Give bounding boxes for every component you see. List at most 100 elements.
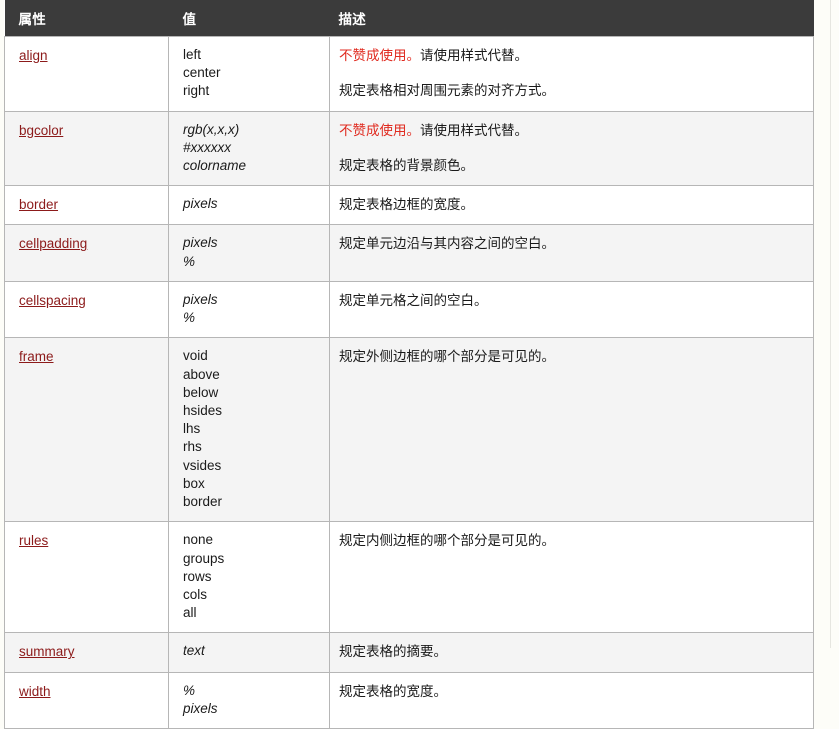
value-item: vsides <box>183 457 222 473</box>
table-row: summary text 规定表格的摘要。 <box>4 632 814 673</box>
table-header-row: 属性 值 描述 <box>4 0 814 37</box>
value-item: #xxxxxx <box>183 139 232 155</box>
value-item: void <box>183 348 208 364</box>
column-header-description: 描述 <box>329 0 814 37</box>
attribute-link-cellpadding[interactable]: cellpadding <box>19 236 87 251</box>
cell-description: 规定内侧边框的哪个部分是可见的。 <box>329 521 814 634</box>
column-header-attribute: 属性 <box>4 0 169 37</box>
cell-description: 不赞成使用。请使用样式代替。 规定表格的背景颜色。 <box>329 110 814 187</box>
value-item: right <box>183 83 210 99</box>
value-list: pixels <box>183 195 319 213</box>
value-item: left <box>183 47 202 62</box>
attribute-link-border[interactable]: border <box>19 197 58 212</box>
value-item: hsides <box>183 403 223 418</box>
value-list: % pixels <box>183 682 319 718</box>
description-text: 规定表格的背景颜色。 <box>339 157 474 173</box>
value-item: rhs <box>183 439 202 455</box>
cell-attribute: cellpadding <box>4 224 169 282</box>
cell-attribute: cellspacing <box>4 280 169 339</box>
value-item: above <box>183 366 220 382</box>
value-item: pixels <box>183 235 218 251</box>
attribute-link-frame[interactable]: frame <box>19 349 54 364</box>
value-item: pixels <box>183 291 218 307</box>
value-item: text <box>183 643 205 659</box>
table-row: frame void above below hsides lhs rhs vsides box… <box>4 337 814 523</box>
value-item: below <box>183 384 219 400</box>
attribute-link-rules[interactable]: rules <box>19 533 48 548</box>
attribute-link-align[interactable]: align <box>19 48 48 63</box>
value-list: text <box>183 642 319 660</box>
cell-description: 规定外侧边框的哪个部分是可见的。 <box>329 337 814 523</box>
value-list: rgb(x,x,x) #xxxxxx colorname <box>183 121 319 176</box>
value-item: none <box>183 532 214 548</box>
value-item: rows <box>183 568 212 584</box>
value-item: cols <box>183 586 208 602</box>
value-list: left center right <box>183 46 319 101</box>
table-row: cellspacing pixels% 规定单元格之间的空白。 <box>4 280 814 339</box>
value-item: % <box>183 682 196 698</box>
table-row: cellpadding pixels% 规定单元边沿与其内容之间的空白。 <box>4 224 814 282</box>
attribute-link-width[interactable]: width <box>19 684 51 699</box>
cell-description: 规定单元边沿与其内容之间的空白。 <box>329 224 814 282</box>
table-row: align left center right 不赞成使用。请使用样式代替。 规定表格相对… <box>4 36 814 112</box>
description-text: 规定单元边沿与其内容之间的空白。 <box>339 236 555 252</box>
cell-value: left center right <box>168 36 330 112</box>
value-item: all <box>183 605 197 621</box>
value-list: none groups rows cols all <box>183 531 319 622</box>
cell-description: 规定单元格之间的空白。 <box>329 280 814 339</box>
description-text: 规定表格边框的宽度。 <box>339 197 474 213</box>
cell-value: none groups rows cols all <box>168 521 330 634</box>
cell-description: 规定表格的摘要。 <box>329 632 814 673</box>
attribute-link-cellspacing[interactable]: cellspacing <box>19 293 86 308</box>
description-text: 规定表格的宽度。 <box>339 683 447 699</box>
value-item: border <box>183 494 223 510</box>
cell-attribute: summary <box>4 632 169 673</box>
value-item: center <box>183 65 221 81</box>
value-item: % <box>183 310 196 326</box>
value-item: % <box>183 253 196 269</box>
value-list: pixels% <box>183 291 319 327</box>
description-text: 规定内侧边框的哪个部分是可见的。 <box>339 533 555 549</box>
cell-value: void above below hsides lhs rhs vsides box borde… <box>168 337 330 523</box>
value-item: box <box>183 475 205 491</box>
cell-attribute: bgcolor <box>4 110 169 187</box>
attribute-link-bgcolor[interactable]: bgcolor <box>19 123 63 138</box>
value-item: colorname <box>183 158 247 174</box>
cell-attribute: border <box>4 185 169 226</box>
table-row: border pixels 规定表格边框的宽度。 <box>4 185 814 226</box>
table-row: rules none groups rows cols all 规定内侧边框的哪个部分是可见… <box>4 521 814 634</box>
cell-value: rgb(x,x,x) #xxxxxx colorname <box>168 110 330 187</box>
cell-attribute: align <box>4 36 169 112</box>
deprecation-notice: 不赞成使用。请使用样式代替。 <box>339 121 803 140</box>
value-item: pixels <box>183 700 218 716</box>
cell-value: pixels% <box>168 224 330 282</box>
table-body: align left center right 不赞成使用。请使用样式代替。 规定表格相对… <box>4 36 814 729</box>
cell-description: 规定表格的宽度。 <box>329 671 814 729</box>
table-row: width% pixels 规定表格的宽度。 <box>4 671 814 729</box>
content-boundary-rule <box>830 0 831 648</box>
description-text: 规定表格的摘要。 <box>339 644 447 660</box>
value-item: lhs <box>183 421 201 437</box>
attribute-link-summary[interactable]: summary <box>19 644 75 659</box>
column-header-value: 值 <box>168 0 330 37</box>
cell-value: text <box>168 632 330 673</box>
cell-attribute: rules <box>4 521 169 634</box>
cell-value: % pixels <box>168 671 330 729</box>
page-root: 属性 值 描述 align left center right 不赞成使用。请使用样式代… <box>0 0 839 729</box>
deprecation-notice: 不赞成使用。请使用样式代替。 <box>339 46 803 65</box>
cell-description: 规定表格边框的宽度。 <box>329 185 814 226</box>
cell-description: 不赞成使用。请使用样式代替。 规定表格相对周围元素的对齐方式。 <box>329 36 814 112</box>
value-item: rgb(x,x,x) <box>183 121 240 137</box>
value-item: groups <box>183 550 225 566</box>
value-item: pixels <box>183 196 218 212</box>
value-list: void above below hsides lhs rhs vsides box borde… <box>183 347 319 511</box>
html-table-attributes-table: 属性 值 描述 align left center right 不赞成使用。请使用样式代… <box>4 0 814 729</box>
cell-attribute: width <box>4 671 169 729</box>
cell-attribute: frame <box>4 337 169 523</box>
table-head: 属性 值 描述 <box>4 0 814 37</box>
value-list: pixels% <box>183 234 319 270</box>
description-text: 规定表格相对周围元素的对齐方式。 <box>339 83 555 99</box>
description-text: 规定外侧边框的哪个部分是可见的。 <box>339 349 555 365</box>
table-row: bgcolor rgb(x,x,x) #xxxxxx colorname 不赞成使用。请… <box>4 110 814 187</box>
deprecated-advice: 请使用样式代替。 <box>420 48 528 63</box>
